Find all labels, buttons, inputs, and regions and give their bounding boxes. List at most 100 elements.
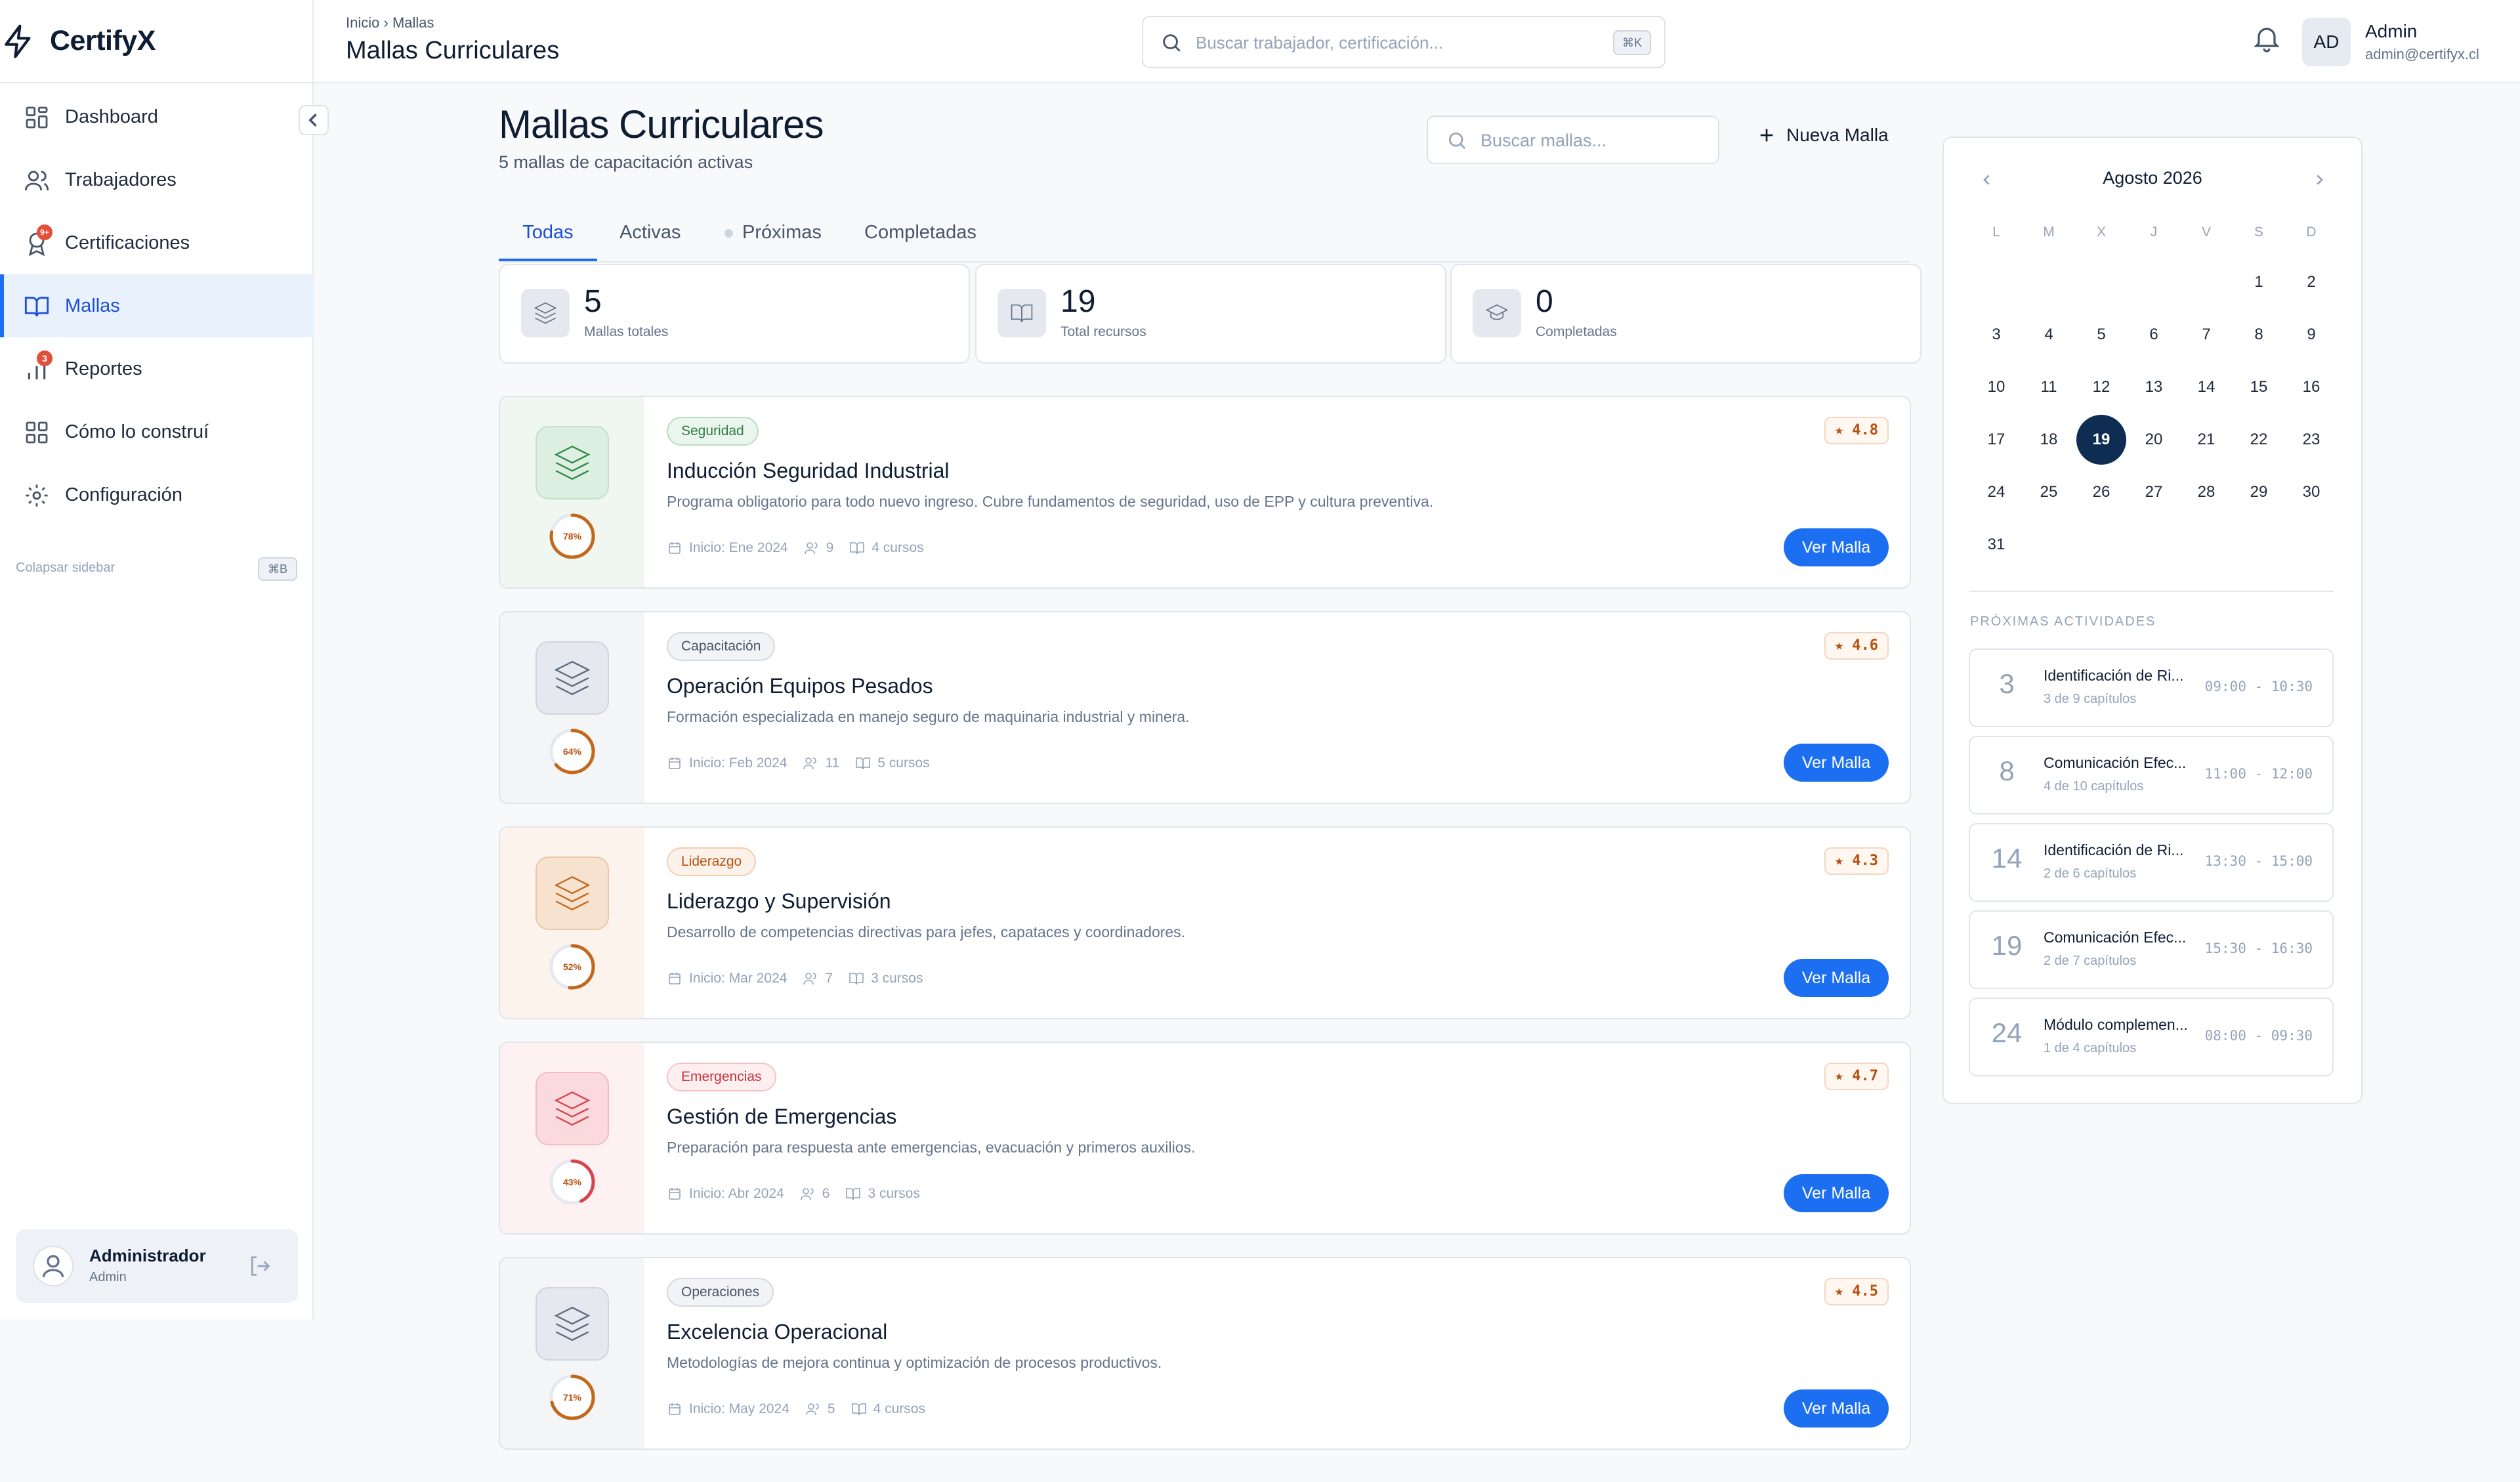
- calendar-day[interactable]: 21: [2181, 415, 2231, 465]
- calendar-day[interactable]: 6: [2129, 310, 2179, 360]
- calendar-day[interactable]: 8: [2234, 310, 2284, 360]
- calendar-day[interactable]: 3: [1971, 310, 2021, 360]
- sidebar-item-dashboard[interactable]: Dashboard: [0, 85, 314, 148]
- tab-completadas[interactable]: Completadas: [864, 222, 976, 261]
- malla-card[interactable]: 64% Capacitación ★ 4.6 Operación Equipos Pe…: [499, 611, 1911, 804]
- header-avatar[interactable]: AD: [2302, 18, 2351, 66]
- sidebar-item-reportes[interactable]: 3 Reportes: [0, 337, 314, 400]
- tabs-divider: [499, 261, 1910, 263]
- logout-icon[interactable]: [247, 1253, 273, 1279]
- stat-value: 5: [584, 284, 602, 319]
- tab-proximas[interactable]: Próximas: [724, 222, 822, 261]
- calendar-day[interactable]: 22: [2234, 415, 2284, 465]
- avatar: [33, 1246, 74, 1286]
- tab-activas[interactable]: Activas: [620, 222, 681, 261]
- malla-card[interactable]: 78% Seguridad ★ 4.8 Inducción Seguridad Ind…: [499, 396, 1911, 589]
- sidebar-item-certificaciones[interactable]: 9+ Certificaciones: [0, 211, 314, 274]
- calendar-day[interactable]: 26: [2076, 467, 2126, 517]
- calendar-day[interactable]: 11: [2024, 362, 2074, 412]
- grid-icon: [26, 106, 48, 129]
- sidebar-item-configuracion[interactable]: Configuración: [0, 463, 314, 526]
- activity-item[interactable]: 8 Comunicación Efec... 4 de 10 capítulos 11…: [1969, 736, 2334, 815]
- calendar-day[interactable]: 24: [1971, 467, 2021, 517]
- calendar-day[interactable]: 18: [2024, 415, 2074, 465]
- ver-malla-button[interactable]: Ver Malla: [1784, 959, 1889, 997]
- card-rating: ★ 4.7: [1824, 1063, 1889, 1090]
- certificaciones-badge: 9+: [37, 224, 52, 240]
- search-icon: [1449, 133, 1465, 149]
- malla-card[interactable]: 52% Liderazgo ★ 4.3 Liderazgo y Supervisión…: [499, 826, 1911, 1019]
- calendar-day[interactable]: 29: [2234, 467, 2284, 517]
- activity-sub: 2 de 6 capítulos: [2044, 866, 2137, 881]
- activity-item[interactable]: 14 Identificación de Ri... 2 de 6 capítulo…: [1969, 823, 2334, 902]
- calendar-day[interactable]: 13: [2129, 362, 2179, 412]
- calendar-day[interactable]: 1: [2234, 257, 2284, 307]
- activity-item[interactable]: 19 Comunicación Efec... 2 de 7 capítulos 15…: [1969, 910, 2334, 989]
- calendar-icon: [669, 1403, 681, 1415]
- tab-todas[interactable]: Todas: [499, 222, 597, 261]
- collapse-sidebar-button[interactable]: [299, 105, 329, 135]
- page-subtitle: 5 mallas de capacitación activas: [499, 152, 753, 172]
- collapse-sidebar-label[interactable]: Colapsar sidebar: [16, 561, 115, 576]
- calendar-day[interactable]: 30: [2286, 467, 2336, 517]
- breadcrumb-inicio[interactable]: Inicio: [346, 14, 379, 31]
- ver-malla-button[interactable]: Ver Malla: [1784, 744, 1889, 782]
- calendar-day[interactable]: 27: [2129, 467, 2179, 517]
- calendar-day[interactable]: 12: [2076, 362, 2126, 412]
- calendar-day[interactable]: 23: [2286, 415, 2336, 465]
- calendar-day[interactable]: 7: [2181, 310, 2231, 360]
- sidebar-item-label: Mallas: [65, 295, 120, 316]
- header-user-email: admin@certifyx.cl: [2365, 46, 2479, 62]
- activity-item[interactable]: 24 Módulo complemen... 1 de 4 capítulos 08:…: [1969, 998, 2334, 1076]
- stat-completadas: 0 Completadas: [1450, 264, 1922, 364]
- ver-malla-button[interactable]: Ver Malla: [1784, 1389, 1889, 1428]
- calendar-day[interactable]: 10: [1971, 362, 2021, 412]
- calendar-day[interactable]: 16: [2286, 362, 2336, 412]
- card-title: Inducción Seguridad Industrial: [667, 459, 950, 482]
- ver-malla-button[interactable]: Ver Malla: [1784, 528, 1889, 566]
- calendar-day[interactable]: 19: [2076, 415, 2126, 465]
- new-malla-button[interactable]: Nueva Malla: [1756, 125, 1889, 146]
- graduation-cap-icon: [1473, 289, 1521, 337]
- collapse-shortcut: ⌘B: [258, 557, 297, 581]
- user-card[interactable]: Administrador Admin: [16, 1229, 298, 1303]
- progress-label: 52%: [563, 962, 582, 972]
- calendar-day[interactable]: 4: [2024, 310, 2074, 360]
- breadcrumb-mallas[interactable]: Mallas: [392, 14, 434, 31]
- user-icon: [42, 1255, 64, 1278]
- grid-icon: [26, 421, 48, 444]
- calendar-day[interactable]: 15: [2234, 362, 2284, 412]
- sidebar-item-trabajadores[interactable]: Trabajadores: [0, 148, 314, 211]
- calendar-day[interactable]: 28: [2181, 467, 2231, 517]
- activity-day: 3: [1999, 668, 2015, 699]
- calendar-day[interactable]: 9: [2286, 310, 2336, 360]
- card-courses: 4 cursos: [872, 540, 924, 555]
- card-description: Preparación para respuesta ante emergenc…: [667, 1139, 1196, 1156]
- logo[interactable]: CertifyX: [0, 0, 314, 83]
- activity-time: 09:00 - 10:30: [2204, 679, 2313, 694]
- calendar-day[interactable]: 14: [2181, 362, 2231, 412]
- progress-ring: 43%: [549, 1159, 595, 1205]
- calendar-day[interactable]: 17: [1971, 415, 2021, 465]
- weekday-label: X: [2096, 224, 2106, 240]
- ver-malla-button[interactable]: Ver Malla: [1784, 1174, 1889, 1212]
- calendar-day[interactable]: 20: [2129, 415, 2179, 465]
- malla-card[interactable]: 43% Emergencias ★ 4.7 Gestión de Emergencia…: [499, 1042, 1911, 1235]
- activity-day: 14: [1991, 843, 2023, 874]
- global-search-input[interactable]: Buscar trabajador, certificación... ⌘K: [1142, 16, 1666, 68]
- calendar-day[interactable]: 2: [2286, 257, 2336, 307]
- calendar-day[interactable]: 25: [2024, 467, 2074, 517]
- sidebar-item-como-lo-construi[interactable]: Cómo lo construí: [0, 400, 314, 463]
- sidebar-item-label: Reportes: [65, 358, 142, 379]
- calendar-day[interactable]: 5: [2076, 310, 2126, 360]
- mallas-search-input[interactable]: Buscar mallas...: [1427, 116, 1719, 164]
- activity-item[interactable]: 3 Identificación de Ri... 3 de 9 capítulos…: [1969, 648, 2334, 727]
- malla-card[interactable]: 71% Operaciones ★ 4.5 Excelencia Operaciona…: [499, 1257, 1911, 1450]
- bell-icon[interactable]: [2251, 22, 2282, 54]
- card-start: Inicio: Abr 2024: [689, 1186, 784, 1201]
- calendar-day[interactable]: 31: [1971, 520, 2021, 570]
- sidebar-item-mallas[interactable]: Mallas: [0, 274, 314, 337]
- card-start: Inicio: May 2024: [689, 1401, 789, 1416]
- layers-icon: [536, 426, 609, 499]
- book-open-icon: [24, 297, 49, 317]
